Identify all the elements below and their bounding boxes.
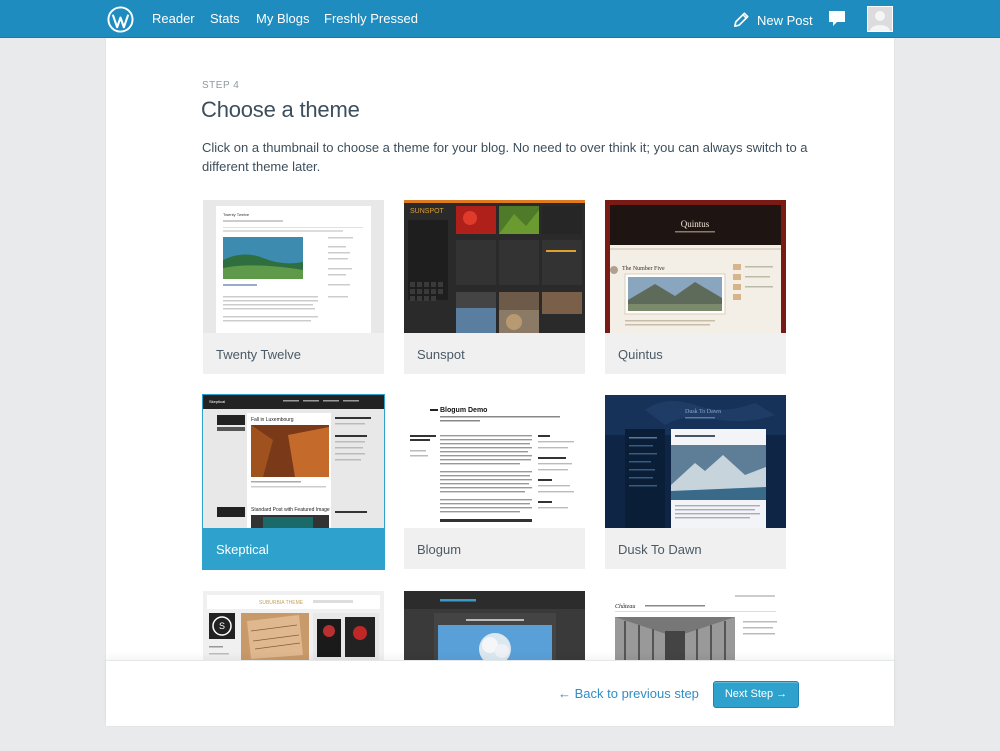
thumb-post-title: Fall in Luxembourg (251, 417, 294, 423)
theme-thumbnail: Dusk To Dawn (605, 395, 786, 528)
thumb-title: Blogum Demo (440, 407, 487, 414)
theme-card-twenty-twelve[interactable]: Twenty Twelve Twenty Twelve (203, 200, 384, 374)
theme-card-blogum[interactable]: Blogum Demo Blogum (404, 395, 585, 569)
theme-name: Dusk To Dawn (618, 542, 702, 557)
thumb-title: Château (615, 604, 635, 610)
theme-card-sunspot[interactable]: SUNSPOT Sunspot (404, 200, 585, 374)
theme-name: Twenty Twelve (216, 347, 302, 362)
nav-stats[interactable]: Stats (210, 11, 240, 26)
thumb-title: SUBURBIA THEME (259, 600, 304, 606)
theme-thumbnail: Skeptical Fall in Luxembourg Standard Po… (203, 395, 384, 528)
svg-text:S: S (219, 621, 225, 631)
thumb-post-title: The Number Five (622, 266, 665, 272)
thumb-post-title-2: Standard Post with Featured Image (251, 507, 330, 513)
pencil-icon (733, 11, 749, 27)
theme-thumbnail: SUNSPOT (404, 200, 585, 333)
thumb-title: SUNSPOT (410, 208, 445, 215)
page-title: Choose a theme (201, 97, 360, 122)
theme-card-dusk-to-dawn[interactable]: Dusk To Dawn Dusk To Dawn (605, 395, 786, 569)
nav-freshly-pressed[interactable]: Freshly Pressed (324, 11, 418, 26)
theme-thumbnail: Blogum Demo (404, 395, 585, 528)
wordpress-logo-icon[interactable] (107, 6, 134, 33)
thumb-title: Dusk To Dawn (685, 409, 721, 415)
step-label: STEP 4 (202, 80, 240, 91)
theme-thumbnail: Twenty Twelve (203, 200, 384, 333)
instructions-text: Click on a thumbnail to choose a theme f… (202, 140, 808, 174)
thumb-title: Quintus (681, 219, 710, 229)
speech-bubble-icon[interactable] (828, 10, 846, 28)
theme-name: Blogum (417, 542, 462, 557)
nav-reader[interactable]: Reader (152, 11, 195, 26)
next-step-button[interactable]: Next Step → (713, 681, 799, 708)
footer-bar: ← Back to previous step Next Step → (106, 660, 894, 726)
theme-card-quintus[interactable]: Quintus The Number Five Quintus (605, 200, 786, 374)
theme-card-skeptical[interactable]: Skeptical Fall in Luxembourg Standard Po… (203, 395, 384, 569)
theme-name: Quintus (618, 347, 663, 362)
theme-name: Sunspot (417, 347, 465, 362)
avatar[interactable] (867, 6, 893, 32)
new-post-label: New Post (757, 12, 813, 28)
theme-thumbnail: Quintus The Number Five (605, 200, 786, 333)
new-post-button[interactable]: New Post (732, 8, 813, 30)
top-bar: Reader Stats My Blogs Freshly Pressed Ne… (0, 0, 1000, 38)
nav-my-blogs[interactable]: My Blogs (256, 11, 309, 26)
user-avatar-icon (870, 11, 890, 31)
back-to-previous-step-link[interactable]: ← Back to previous step (558, 686, 699, 701)
thumb-title: Twenty Twelve (223, 212, 250, 217)
main-panel: STEP 4 Choose a theme Click on a thumbna… (106, 38, 894, 726)
theme-name: Skeptical (216, 542, 269, 557)
thumb-title: Skeptical (209, 399, 225, 404)
